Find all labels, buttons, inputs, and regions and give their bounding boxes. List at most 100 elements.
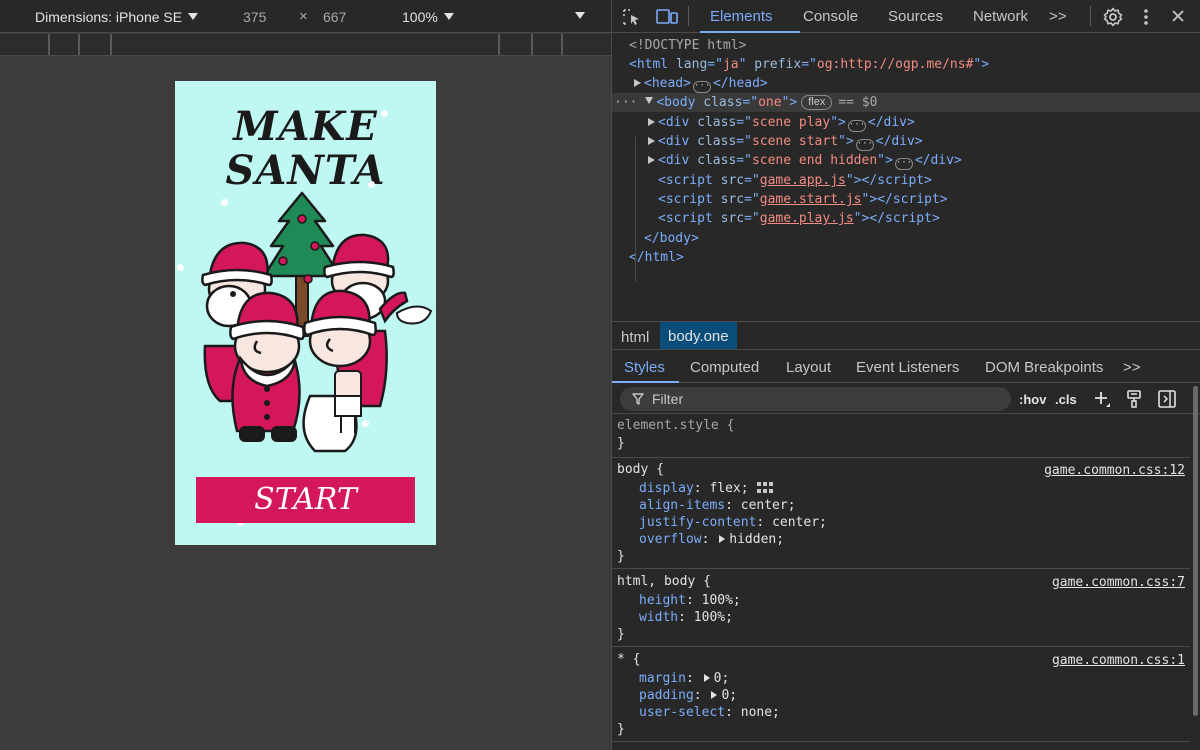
- property-value: 100%;: [701, 593, 741, 608]
- expand-arrow-icon[interactable]: [703, 674, 710, 682]
- expand-arrow-icon[interactable]: [648, 137, 655, 145]
- property-name: overflow: [639, 532, 702, 547]
- styles-scrollbar[interactable]: [1192, 384, 1199, 746]
- chevron-down-icon: [443, 13, 454, 20]
- expand-arrow-icon[interactable]: [648, 118, 655, 126]
- ruler-marker[interactable]: [531, 34, 533, 55]
- body-style-rule[interactable]: body { game.common.css:12 display: flex;…: [612, 458, 1190, 569]
- property-name: padding: [639, 688, 694, 703]
- device-height-input[interactable]: 667: [323, 9, 346, 25]
- active-tab-indicator: [700, 31, 800, 33]
- style-declaration[interactable]: align-items: center;: [639, 497, 796, 514]
- breadcrumb-body[interactable]: body.one: [660, 322, 737, 349]
- indent-guide: [635, 137, 636, 282]
- styles-tab-bar: Styles Computed Layout Event Listeners D…: [612, 349, 1200, 383]
- devtools-tab-bar: Elements Console Sources Network >>: [612, 0, 1200, 33]
- zoom-dropdown[interactable]: 100%: [402, 9, 454, 25]
- tab-dom-breakpoints[interactable]: DOM Breakpoints: [985, 359, 1103, 376]
- tab-console[interactable]: Console: [803, 8, 858, 25]
- html-body-style-rule[interactable]: html, body { game.common.css:7 height: 1…: [612, 570, 1190, 647]
- dom-node-script[interactable]: <script src="game.start.js"></script>: [612, 190, 1200, 209]
- styles-filter-input[interactable]: [620, 387, 1011, 411]
- style-declaration[interactable]: overflow: hidden;: [639, 531, 784, 548]
- dom-node-head[interactable]: <head> ··· </head>: [612, 74, 1200, 93]
- flex-badge[interactable]: flex: [801, 95, 833, 110]
- ruler-marker[interactable]: [110, 34, 112, 55]
- tab-styles[interactable]: Styles: [624, 359, 665, 376]
- toggle-sidebar-icon[interactable]: [1158, 390, 1176, 408]
- dom-node-doctype[interactable]: <!DOCTYPE html>: [612, 36, 1200, 55]
- device-toggle-icon[interactable]: [656, 9, 678, 25]
- ellipsis-icon[interactable]: ···: [692, 81, 711, 93]
- style-declaration[interactable]: margin: 0;: [639, 670, 729, 687]
- device-toolbar: Dimensions: iPhone SE 375 × 667 100%: [0, 0, 611, 33]
- add-style-rule-icon[interactable]: [1093, 390, 1111, 408]
- script-src-link[interactable]: game.app.js: [760, 173, 846, 188]
- tab-layout[interactable]: Layout: [786, 359, 831, 376]
- style-declaration[interactable]: display: flex;: [639, 480, 774, 497]
- inspect-element-icon[interactable]: [622, 8, 642, 26]
- property-value: 0;: [713, 671, 730, 686]
- more-tabs-button[interactable]: >>: [1049, 8, 1067, 25]
- paint-roller-icon[interactable]: [1126, 390, 1142, 408]
- collapse-arrow-icon[interactable]: [645, 97, 654, 104]
- style-declaration[interactable]: height: 100%;: [639, 592, 741, 609]
- tab-elements[interactable]: Elements: [710, 8, 773, 25]
- dom-node-script[interactable]: <script src="game.play.js"></script>: [612, 209, 1200, 228]
- ruler-marker[interactable]: [561, 34, 563, 55]
- style-declaration[interactable]: user-select: none;: [639, 704, 780, 721]
- dom-node-html-close[interactable]: </html>: [612, 248, 1200, 267]
- more-sub-tabs-button[interactable]: >>: [1123, 359, 1141, 376]
- universal-style-rule[interactable]: * { game.common.css:1 margin: 0; padding…: [612, 648, 1190, 742]
- property-name: justify-content: [639, 515, 757, 530]
- device-dimensions-dropdown[interactable]: Dimensions: iPhone SE: [35, 9, 199, 25]
- more-options-caret-icon[interactable]: [575, 12, 585, 19]
- breadcrumb-html[interactable]: html: [621, 329, 649, 346]
- scrollbar-thumb[interactable]: [1193, 386, 1198, 716]
- element-style-rule[interactable]: element.style { }: [612, 415, 1190, 458]
- flexbox-editor-icon[interactable]: [756, 481, 774, 494]
- style-declaration[interactable]: padding: 0;: [639, 687, 737, 704]
- ellipsis-icon[interactable]: ···: [855, 139, 874, 151]
- snowflake-icon: [381, 110, 388, 117]
- ruler-marker[interactable]: [498, 34, 500, 55]
- settings-gear-icon[interactable]: [1103, 7, 1123, 27]
- property-value: center;: [740, 498, 796, 513]
- expand-arrow-icon[interactable]: [711, 691, 718, 699]
- class-toggle[interactable]: .cls: [1055, 392, 1077, 407]
- ruler-marker[interactable]: [48, 34, 50, 55]
- close-icon[interactable]: [1171, 9, 1185, 23]
- tab-sources[interactable]: Sources: [888, 8, 943, 25]
- ruler-marker[interactable]: [78, 34, 80, 55]
- dom-node-div[interactable]: <div class="scene play"> ··· </div>: [612, 113, 1200, 132]
- times-icon: ×: [299, 8, 308, 25]
- device-width-input[interactable]: 375: [243, 9, 266, 25]
- kebab-menu-icon[interactable]: [1142, 8, 1150, 26]
- tab-computed[interactable]: Computed: [690, 359, 759, 376]
- rule-close-brace: }: [617, 436, 625, 451]
- script-src-link[interactable]: game.start.js: [760, 192, 862, 207]
- expand-arrow-icon[interactable]: [634, 79, 641, 87]
- tab-event-listeners[interactable]: Event Listeners: [856, 359, 959, 376]
- dom-node-div[interactable]: <div class="scene start"> ··· </div>: [612, 132, 1200, 151]
- dom-node-body-close[interactable]: </body>: [612, 229, 1200, 248]
- dom-node-div[interactable]: <div class="scene end hidden"> ··· </div>: [612, 151, 1200, 170]
- dom-node-html[interactable]: <html lang="ja" prefix="og:http://ogp.me…: [612, 55, 1200, 74]
- tab-network[interactable]: Network: [973, 8, 1028, 25]
- expand-arrow-icon[interactable]: [719, 535, 726, 543]
- dom-node-script[interactable]: <script src="game.app.js"></script>: [612, 171, 1200, 190]
- expand-arrow-icon[interactable]: [648, 156, 655, 164]
- rule-source-link[interactable]: game.common.css:1: [1052, 653, 1185, 668]
- rule-source-link[interactable]: game.common.css:12: [1044, 463, 1185, 478]
- start-button[interactable]: START: [196, 477, 415, 523]
- rule-selector: html, body {: [617, 574, 711, 589]
- hover-state-toggle[interactable]: :hov: [1019, 392, 1046, 407]
- ellipsis-icon[interactable]: ···: [894, 158, 913, 170]
- script-src-link[interactable]: game.play.js: [760, 211, 854, 226]
- snowflake-icon: [362, 420, 369, 427]
- style-declaration[interactable]: width: 100%;: [639, 609, 733, 626]
- rule-source-link[interactable]: game.common.css:7: [1052, 575, 1185, 590]
- style-declaration[interactable]: justify-content: center;: [639, 514, 827, 531]
- ellipsis-icon[interactable]: ···: [847, 120, 866, 132]
- dom-node-body[interactable]: ··· <body class="one"> flex == $0: [612, 93, 1200, 112]
